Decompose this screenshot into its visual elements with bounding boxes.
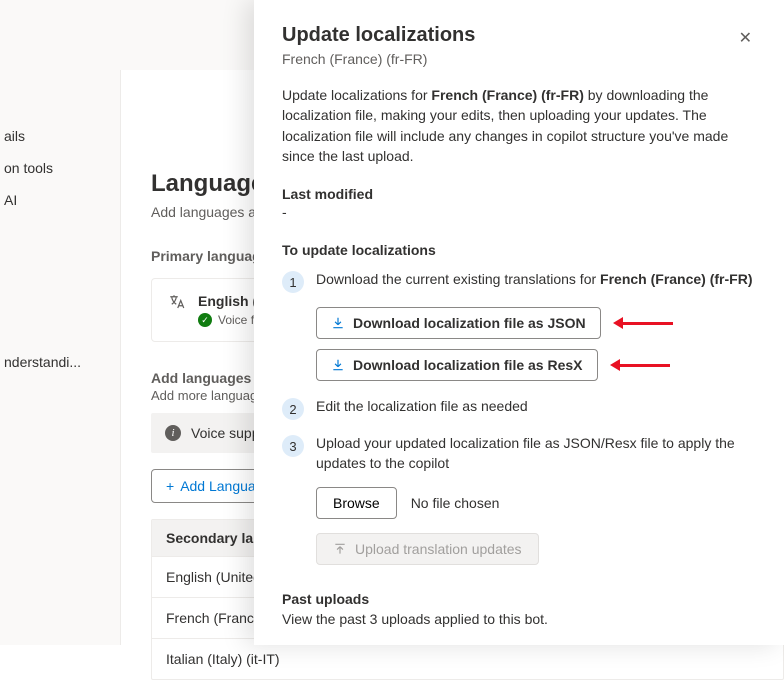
add-language-button[interactable]: + Add Langua <box>151 469 271 503</box>
table-row[interactable]: Italian (Italy) (it-IT) <box>152 639 783 679</box>
upload-label: Upload translation updates <box>355 541 522 557</box>
step-number: 3 <box>282 435 304 457</box>
info-icon: i <box>165 425 181 441</box>
plus-icon: + <box>166 478 174 494</box>
download-json-label: Download localization file as JSON <box>353 315 586 331</box>
to-update-heading: To update localizations <box>282 242 756 258</box>
upload-icon <box>333 542 347 556</box>
panel-title: Update localizations <box>282 24 475 47</box>
add-language-label: Add Langua <box>180 478 256 494</box>
step-number: 2 <box>282 398 304 420</box>
check-icon: ✓ <box>198 313 212 327</box>
nav-item[interactable]: on tools <box>0 152 120 184</box>
upload-button-disabled: Upload translation updates <box>316 533 539 565</box>
past-uploads-heading: Past uploads <box>282 591 756 607</box>
update-localizations-panel: Update localizations French (France) (fr… <box>254 0 784 645</box>
panel-subtitle: French (France) (fr-FR) <box>282 51 475 67</box>
download-resx-button[interactable]: Download localization file as ResX <box>316 349 598 381</box>
past-uploads-sub: View the past 3 uploads applied to this … <box>282 611 756 627</box>
last-modified-value: - <box>282 204 756 220</box>
download-json-button[interactable]: Download localization file as JSON <box>316 307 601 339</box>
step-2: 2 Edit the localization file as needed <box>282 397 756 420</box>
last-modified-heading: Last modified <box>282 186 756 202</box>
annotation-arrow <box>613 320 673 326</box>
no-file-label: No file chosen <box>411 495 500 511</box>
step-number: 1 <box>282 271 304 293</box>
step-3: 3 Upload your updated localization file … <box>282 434 756 473</box>
nav-item[interactable]: ails <box>0 120 120 152</box>
download-resx-label: Download localization file as ResX <box>353 357 583 373</box>
close-icon[interactable]: ✕ <box>735 24 756 52</box>
nav-item[interactable]: AI <box>0 184 120 216</box>
annotation-arrow <box>610 362 670 368</box>
panel-description: Update localizations for French (France)… <box>282 85 756 166</box>
left-nav: ails on tools AI nderstandi... <box>0 0 120 645</box>
download-icon <box>331 358 345 372</box>
step-1: 1 Download the current existing translat… <box>282 270 756 293</box>
language-icon <box>168 293 186 327</box>
download-icon <box>331 316 345 330</box>
browse-button[interactable]: Browse <box>316 487 397 519</box>
nav-item[interactable]: nderstandi... <box>0 346 120 378</box>
